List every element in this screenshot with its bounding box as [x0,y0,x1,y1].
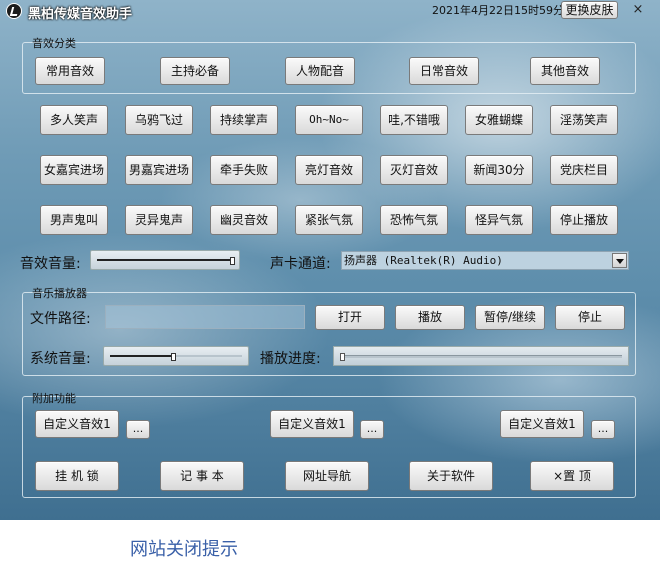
playback-progress-track [340,355,622,358]
title-bar[interactable]: 黑柏传媒音效助手 2021年4月22日15时59分 更换皮肤 × [0,0,660,22]
main-window: 黑柏传媒音效助手 2021年4月22日15时59分 更换皮肤 × 音效分类 常用… [0,0,660,520]
system-volume-label: 系统音量: [30,351,91,367]
url-navigation-button[interactable]: 网址导航 [285,461,369,491]
playback-progress-thumb[interactable] [340,353,345,361]
close-button[interactable]: × [627,1,649,19]
notepad-button[interactable]: 记 事 本 [160,461,244,491]
category-host-button[interactable]: 主持必备 [160,57,230,85]
custom-effect-3-browse-button[interactable]: ... [591,420,615,439]
custom-effect-2-browse-button[interactable]: ... [360,420,384,439]
playback-progress-slider[interactable] [333,346,629,366]
play-button[interactable]: 播放 [395,305,465,330]
about-software-button[interactable]: 关于软件 [409,461,493,491]
open-file-button[interactable]: 打开 [315,305,385,330]
playback-progress-label: 播放进度: [260,351,321,367]
custom-effect-1-browse-button[interactable]: ... [126,420,150,439]
sound-channel-label: 声卡通道: [270,256,331,272]
effect-button[interactable]: 怪异气氛 [465,205,533,235]
effect-button[interactable]: 灵异鬼声 [125,205,193,235]
datetime-display: 2021年4月22日15时59分 [432,4,564,17]
effect-button[interactable]: 男声鬼叫 [40,205,108,235]
change-skin-button[interactable]: 更换皮肤 [561,1,618,19]
effect-button[interactable]: 女雅蝴蝶 [465,105,533,135]
extra-functions-label: 附加功能 [32,392,76,405]
effect-button[interactable]: 亮灯音效 [295,155,363,185]
effect-button[interactable]: 淫荡笑声 [550,105,618,135]
app-title: 黑柏传媒音效助手 [28,7,133,22]
effect-button[interactable]: Oh~No~ [295,105,363,135]
sound-channel-select[interactable]: 扬声器 (Realtek(R) Audio) [341,251,629,270]
category-common-button[interactable]: 常用音效 [35,57,105,85]
effect-button[interactable]: 乌鸦飞过 [125,105,193,135]
music-player-label: 音乐播放器 [32,287,87,300]
app-logo-icon [6,3,22,19]
category-daily-button[interactable]: 日常音效 [409,57,479,85]
effect-button[interactable]: 多人笑声 [40,105,108,135]
effect-volume-thumb[interactable] [230,257,235,265]
effect-volume-track [97,259,233,261]
custom-effect-2-button[interactable]: 自定义音效1 [270,410,354,438]
site-closed-notice: 网站关闭提示 [130,539,238,560]
effect-button[interactable]: 新闻30分 [465,155,533,185]
system-volume-slider[interactable] [103,346,249,366]
chevron-down-icon[interactable] [612,253,627,268]
effect-button[interactable]: 持续掌声 [210,105,278,135]
category-voice-button[interactable]: 人物配音 [285,57,355,85]
effect-button[interactable]: 党庆栏目 [550,155,618,185]
custom-effect-1-button[interactable]: 自定义音效1 [35,410,119,438]
always-on-top-button[interactable]: ×置 顶 [530,461,614,491]
sound-channel-value: 扬声器 (Realtek(R) Audio) [344,254,503,267]
system-volume-track [110,355,242,357]
effect-button[interactable]: 幽灵音效 [210,205,278,235]
file-path-input[interactable] [105,305,305,329]
stop-music-button[interactable]: 停止 [555,305,625,330]
effect-button[interactable]: 恐怖气氛 [380,205,448,235]
stop-playback-button[interactable]: 停止播放 [550,205,618,235]
pause-resume-button[interactable]: 暂停/继续 [475,305,545,330]
hang-lock-button[interactable]: 挂 机 锁 [35,461,119,491]
effect-volume-slider[interactable] [90,250,240,270]
effect-category-label: 音效分类 [32,37,76,50]
effect-button[interactable]: 牵手失败 [210,155,278,185]
custom-effect-3-button[interactable]: 自定义音效1 [500,410,584,438]
system-volume-thumb[interactable] [171,353,176,361]
effect-button[interactable]: 男嘉宾进场 [125,155,193,185]
effect-button[interactable]: 紧张气氛 [295,205,363,235]
file-path-label: 文件路径: [30,311,91,327]
effect-button[interactable]: 灭灯音效 [380,155,448,185]
effect-volume-label: 音效音量: [20,256,81,272]
effect-button[interactable]: 哇,不错哦 [380,105,448,135]
category-other-button[interactable]: 其他音效 [530,57,600,85]
effect-button[interactable]: 女嘉宾进场 [40,155,108,185]
